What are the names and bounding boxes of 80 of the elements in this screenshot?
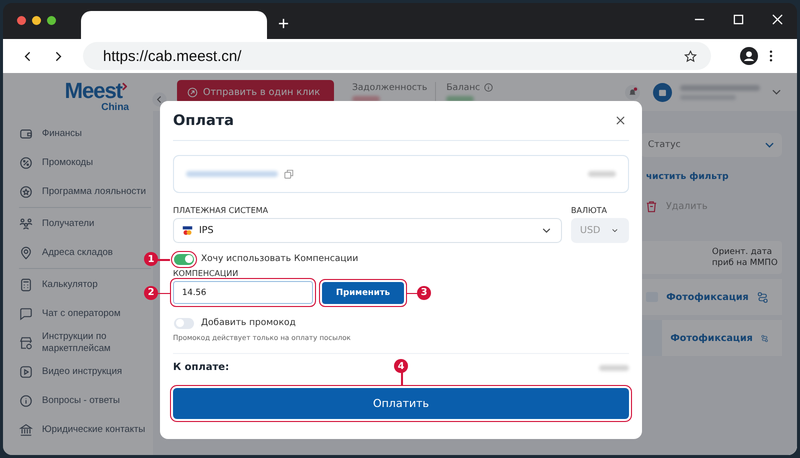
info-icon[interactable] (484, 83, 494, 92)
avatar-icon[interactable] (653, 82, 672, 102)
debt-label: Задолженность (352, 82, 428, 92)
total-label: К оплате: (173, 362, 230, 373)
sidebar-item[interactable]: Финансы (19, 119, 82, 148)
chevron-down-icon (612, 228, 618, 233)
pin-icon (19, 246, 33, 260)
sidebar-item[interactable]: Инструкции по маркетплейсам (19, 328, 153, 357)
route-icon[interactable] (756, 290, 768, 304)
compensation-input[interactable]: 14.56 (173, 281, 313, 304)
blurred-amount (599, 364, 629, 370)
sidebar-item[interactable]: Чат с оператором (19, 299, 120, 328)
collapse-icon[interactable] (152, 92, 167, 106)
toggle-label: Добавить промокод (201, 318, 296, 328)
sidebar-item[interactable]: Калькулятор (19, 270, 98, 299)
percent-icon (19, 156, 33, 170)
chevron-down-icon (765, 142, 774, 148)
callout-number: 4 (394, 359, 408, 373)
status-tag (640, 320, 662, 356)
back-icon[interactable] (23, 50, 33, 62)
field-label: КОМПЕНСАЦИИ (173, 269, 240, 278)
new-tab-icon[interactable] (278, 18, 289, 29)
play-icon (19, 364, 33, 378)
maximize-icon[interactable] (733, 14, 744, 25)
callout-number: 1 (144, 252, 158, 266)
card-logo-icon (182, 226, 193, 236)
chevron-down-icon[interactable] (772, 89, 781, 95)
sidebar-item[interactable]: Адреса складов (19, 238, 113, 267)
menu-icon[interactable] (769, 50, 773, 62)
blurred-amount (352, 96, 380, 102)
minimize-window-dot[interactable] (32, 16, 41, 25)
bookmark-star-icon[interactable] (684, 50, 697, 62)
chat-icon (19, 306, 33, 320)
balance-label: Баланс (446, 82, 480, 92)
sidebar-item[interactable]: Вопросы - ответы (19, 386, 120, 415)
store-icon (19, 336, 33, 350)
close-icon[interactable] (616, 116, 625, 125)
toggle-switch[interactable] (174, 318, 194, 328)
copy-icon[interactable] (284, 169, 294, 179)
table-header: Ориент. дата приб на ММПО (640, 241, 782, 274)
zoom-window-dot[interactable] (47, 16, 56, 25)
calculator-icon (19, 278, 33, 292)
status-select[interactable]: Статус (640, 133, 782, 157)
callout-number: 3 (417, 286, 431, 300)
sidebar-item[interactable]: Видео инструкция (19, 357, 122, 386)
trash-icon[interactable] (645, 200, 658, 213)
people-icon (19, 216, 33, 230)
close-window-dot[interactable] (17, 16, 26, 25)
leader-line (157, 292, 170, 294)
logo[interactable]: Meest China (43, 79, 127, 119)
bell-icon[interactable] (625, 84, 640, 100)
leader-line (406, 292, 418, 294)
blurred-amount (446, 96, 474, 102)
sidebar-item[interactable]: Юридические контакты (19, 415, 146, 444)
leader-line (401, 372, 402, 385)
field-label: ПЛАТЕЖНАЯ СИСТЕМА (173, 206, 270, 215)
field-label: ВАЛЮТА (571, 206, 608, 215)
toggle-switch[interactable] (174, 254, 194, 264)
dialog-title: Оплата (173, 112, 234, 128)
photo-link[interactable]: Фотофиксация (670, 332, 753, 344)
leader-line (157, 259, 170, 260)
photo-link[interactable]: Фотофиксация (666, 292, 749, 302)
info-icon (19, 394, 33, 408)
chevron-down-icon (542, 228, 551, 233)
bank-icon (19, 422, 33, 436)
callout-number: 2 (144, 286, 158, 300)
address-bar[interactable]: https://cab.meest.cn/ (83, 42, 711, 70)
clear-filter-link[interactable]: чистить фильтр (646, 172, 782, 182)
send-icon (187, 86, 198, 98)
sidebar-item[interactable]: Программа лояльности (19, 177, 146, 206)
payment-system-select[interactable]: IPS (173, 218, 562, 243)
forward-icon[interactable] (53, 50, 63, 62)
pay-button[interactable]: Оплатить (173, 388, 629, 419)
sidebar-item[interactable]: Получатели (19, 209, 94, 238)
profile-icon[interactable] (740, 47, 758, 65)
wallet-icon (19, 126, 33, 140)
sidebar-item[interactable]: Промокоды (19, 148, 93, 177)
toggle-label: Хочу использовать Компенсации (201, 254, 358, 264)
apply-button[interactable]: Применить (322, 282, 404, 304)
blurred-amount (588, 171, 616, 177)
